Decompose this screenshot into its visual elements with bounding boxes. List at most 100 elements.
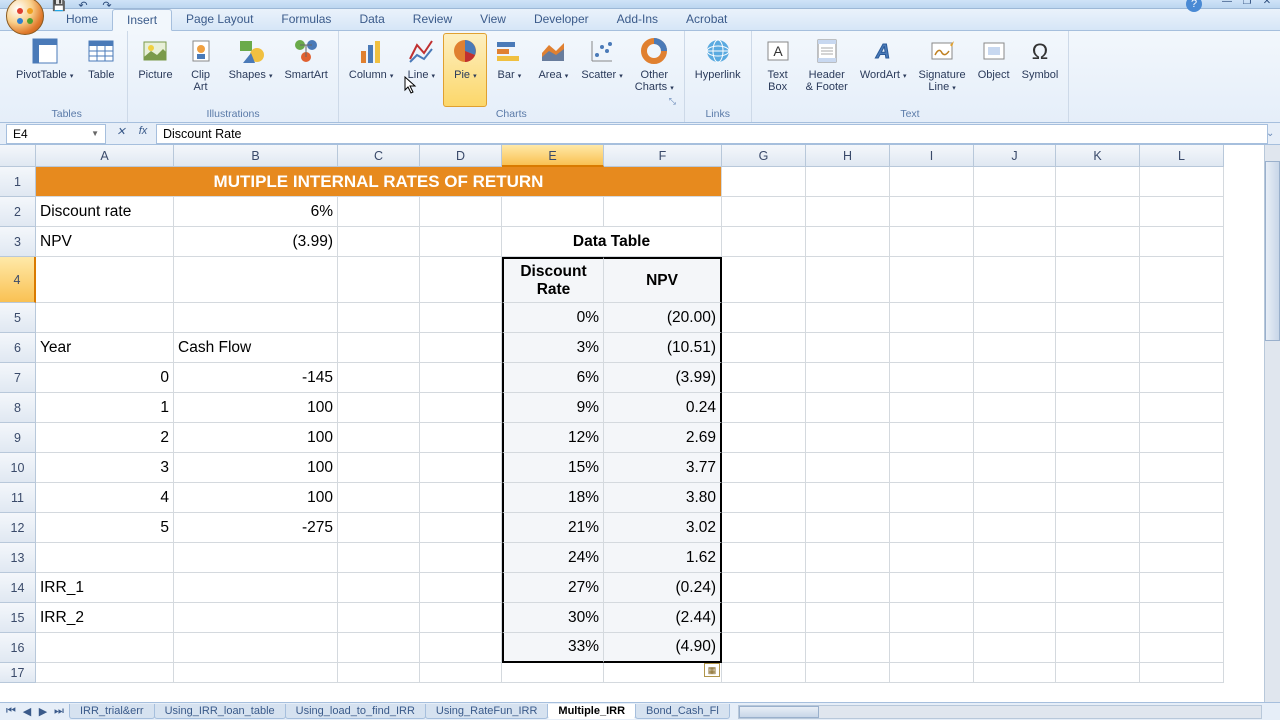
cell-I16[interactable] [890, 633, 974, 663]
cell-E3[interactable]: Data Table [502, 227, 722, 257]
cell-G16[interactable] [722, 633, 806, 663]
shapes-button[interactable]: Shapes ▾ [223, 33, 279, 107]
cell-C6[interactable] [338, 333, 420, 363]
column-header-D[interactable]: D [420, 145, 502, 167]
cell-K8[interactable] [1056, 393, 1140, 423]
cell-J8[interactable] [974, 393, 1056, 423]
cells-area[interactable]: MUTIPLE INTERNAL RATES OF RETURNDiscount… [36, 167, 1224, 683]
column-header-L[interactable]: L [1140, 145, 1224, 167]
cell-D15[interactable] [420, 603, 502, 633]
cell-I3[interactable] [890, 227, 974, 257]
clipart-button[interactable]: ClipArt [179, 33, 223, 107]
cell-I5[interactable] [890, 303, 974, 333]
cell-G15[interactable] [722, 603, 806, 633]
cell-G17[interactable] [722, 663, 806, 683]
cell-H13[interactable] [806, 543, 890, 573]
tab-page-layout[interactable]: Page Layout [172, 9, 267, 30]
cell-C4[interactable] [338, 257, 420, 303]
table-button[interactable]: Table [79, 33, 123, 107]
cell-B2[interactable]: 6% [174, 197, 338, 227]
cell-K1[interactable] [1056, 167, 1140, 197]
cell-F7[interactable]: (3.99) [604, 363, 722, 393]
cell-E7[interactable]: 6% [502, 363, 604, 393]
cell-D9[interactable] [420, 423, 502, 453]
cell-I13[interactable] [890, 543, 974, 573]
row-header-9[interactable]: 9 [0, 423, 36, 453]
column-header-K[interactable]: K [1056, 145, 1140, 167]
formula-expand-icon[interactable]: ⌄ [1266, 128, 1280, 139]
cell-G13[interactable] [722, 543, 806, 573]
cell-E10[interactable]: 15% [502, 453, 604, 483]
column-header-A[interactable]: A [36, 145, 174, 167]
cell-I17[interactable] [890, 663, 974, 683]
tab-add-ins[interactable]: Add-Ins [603, 9, 672, 30]
cell-J11[interactable] [974, 483, 1056, 513]
cell-D17[interactable] [420, 663, 502, 683]
row-header-6[interactable]: 6 [0, 333, 36, 363]
cell-C14[interactable] [338, 573, 420, 603]
cell-K9[interactable] [1056, 423, 1140, 453]
minimize-icon[interactable]: — [1218, 0, 1236, 10]
cell-L3[interactable] [1140, 227, 1224, 257]
smart-tag-icon[interactable]: ▦ [704, 663, 720, 677]
cell-G11[interactable] [722, 483, 806, 513]
row-header-15[interactable]: 15 [0, 603, 36, 633]
cell-D13[interactable] [420, 543, 502, 573]
cell-D10[interactable] [420, 453, 502, 483]
cell-E13[interactable]: 24% [502, 543, 604, 573]
tab-data[interactable]: Data [345, 9, 398, 30]
cell-J13[interactable] [974, 543, 1056, 573]
cell-L10[interactable] [1140, 453, 1224, 483]
column-header-E[interactable]: E [502, 145, 604, 167]
cell-F4[interactable]: NPV [604, 257, 722, 303]
cell-I12[interactable] [890, 513, 974, 543]
cell-I2[interactable] [890, 197, 974, 227]
cell-A8[interactable]: 1 [36, 393, 174, 423]
row-header-2[interactable]: 2 [0, 197, 36, 227]
cell-B5[interactable] [174, 303, 338, 333]
cell-A12[interactable]: 5 [36, 513, 174, 543]
cell-B15[interactable] [174, 603, 338, 633]
cell-L7[interactable] [1140, 363, 1224, 393]
cell-J17[interactable] [974, 663, 1056, 683]
cell-J2[interactable] [974, 197, 1056, 227]
cell-H17[interactable] [806, 663, 890, 683]
cell-L6[interactable] [1140, 333, 1224, 363]
cell-J16[interactable] [974, 633, 1056, 663]
cell-A15[interactable]: IRR_2 [36, 603, 174, 633]
sheet-tab-using_irr_loan_table[interactable]: Using_IRR_loan_table [154, 704, 286, 719]
cell-E14[interactable]: 27% [502, 573, 604, 603]
sheet-nav-last-icon[interactable]: ⏭ [52, 705, 66, 718]
cell-B3[interactable]: (3.99) [174, 227, 338, 257]
tab-developer[interactable]: Developer [520, 9, 603, 30]
cell-K4[interactable] [1056, 257, 1140, 303]
tab-formulas[interactable]: Formulas [267, 9, 345, 30]
cell-I4[interactable] [890, 257, 974, 303]
cell-J3[interactable] [974, 227, 1056, 257]
cell-K3[interactable] [1056, 227, 1140, 257]
cell-A9[interactable]: 2 [36, 423, 174, 453]
cell-F9[interactable]: 2.69 [604, 423, 722, 453]
cell-C2[interactable] [338, 197, 420, 227]
cell-G7[interactable] [722, 363, 806, 393]
cell-A17[interactable] [36, 663, 174, 683]
cell-E5[interactable]: 0% [502, 303, 604, 333]
cell-L15[interactable] [1140, 603, 1224, 633]
cell-K5[interactable] [1056, 303, 1140, 333]
horizontal-scrollbar[interactable] [738, 705, 1262, 719]
cell-I10[interactable] [890, 453, 974, 483]
cell-D3[interactable] [420, 227, 502, 257]
cell-H1[interactable] [806, 167, 890, 197]
row-header-10[interactable]: 10 [0, 453, 36, 483]
cell-H15[interactable] [806, 603, 890, 633]
cell-J9[interactable] [974, 423, 1056, 453]
cell-F14[interactable]: (0.24) [604, 573, 722, 603]
cell-H14[interactable] [806, 573, 890, 603]
cell-G9[interactable] [722, 423, 806, 453]
row-header-8[interactable]: 8 [0, 393, 36, 423]
sheet-tab-irr_trial&err[interactable]: IRR_trial&err [69, 704, 155, 719]
cell-E6[interactable]: 3% [502, 333, 604, 363]
cell-H4[interactable] [806, 257, 890, 303]
cell-A7[interactable]: 0 [36, 363, 174, 393]
cell-E17[interactable] [502, 663, 604, 683]
